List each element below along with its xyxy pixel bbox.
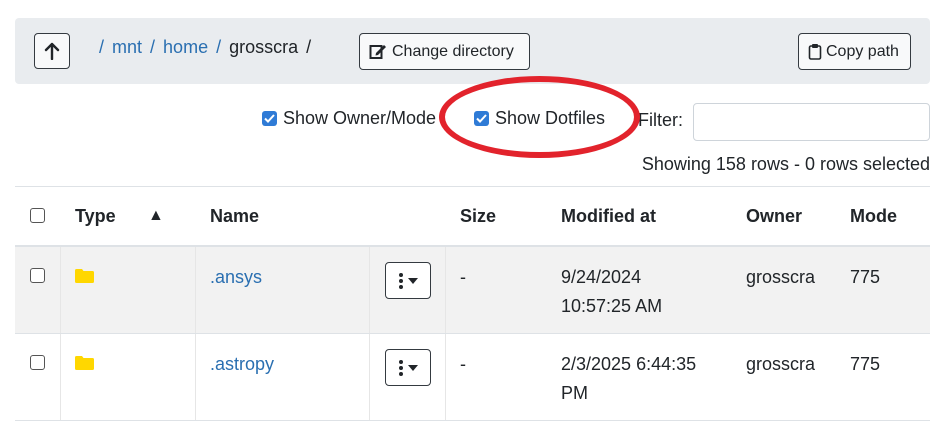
caret-down-icon: [407, 277, 418, 284]
change-directory-button[interactable]: Change directory: [359, 33, 530, 70]
modified-time: 10:57:25 AM: [561, 296, 663, 316]
show-dotfiles-option[interactable]: Show Dotfiles: [474, 108, 605, 129]
row-select-checkbox[interactable]: [30, 268, 45, 283]
file-table: Type ▲ Name Size Modified at Owner Mode …: [15, 186, 930, 421]
clipboard-icon: [808, 44, 822, 60]
breadcrumb-home[interactable]: home: [163, 37, 208, 58]
show-owner-mode-option[interactable]: Show Owner/Mode: [262, 108, 436, 129]
column-header-owner[interactable]: Owner: [746, 206, 802, 227]
filter-input[interactable]: [693, 103, 930, 141]
filter-label: Filter:: [638, 110, 683, 130]
breadcrumb-separator: /: [150, 37, 156, 57]
file-owner: grosscra: [746, 354, 816, 374]
table-row[interactable]: .ansys - 9/24/2024 10:57:25 AM grosscra …: [15, 247, 930, 334]
table-row[interactable]: .astropy - 2/3/2025 6:44:35 PM grosscra …: [15, 334, 930, 421]
change-directory-label: Change directory: [392, 42, 514, 60]
modified-date: 2/3/2025 6:44:35: [561, 354, 697, 374]
row-actions-menu-button[interactable]: [385, 349, 431, 386]
copy-path-label: Copy path: [826, 42, 899, 60]
breadcrumb-separator: /: [306, 37, 312, 57]
modified-time: PM: [561, 383, 588, 403]
show-dotfiles-label: Show Dotfiles: [495, 108, 606, 128]
column-header-modified[interactable]: Modified at: [561, 206, 656, 227]
go-up-button[interactable]: [34, 33, 70, 69]
breadcrumb-separator: /: [216, 37, 222, 57]
column-header-size[interactable]: Size: [460, 206, 496, 227]
checkmark-icon: [264, 114, 275, 123]
sort-ascending-icon[interactable]: ▲: [148, 207, 164, 225]
breadcrumb-mnt[interactable]: mnt: [112, 37, 142, 58]
path-toolbar: / mnt / home / grosscra / Change directo…: [15, 18, 930, 84]
copy-path-button[interactable]: Copy path: [798, 33, 911, 70]
column-header-mode[interactable]: Mode: [850, 206, 897, 227]
column-header-name[interactable]: Name: [210, 206, 259, 227]
show-owner-mode-label: Show Owner/Mode: [283, 108, 437, 128]
file-name-link[interactable]: .astropy: [210, 350, 274, 379]
more-vertical-icon: [398, 359, 403, 376]
checkmark-icon: [476, 114, 487, 123]
folder-icon: [75, 269, 94, 283]
folder-icon: [75, 356, 94, 370]
file-mode: 775: [850, 354, 881, 374]
select-all-checkbox[interactable]: [30, 208, 45, 223]
file-size: -: [460, 354, 466, 374]
more-vertical-icon: [398, 272, 403, 289]
breadcrumb-current: grosscra: [229, 37, 299, 57]
row-select-checkbox[interactable]: [30, 355, 45, 370]
file-mode: 775: [850, 267, 881, 287]
edit-icon: [369, 45, 386, 59]
row-count-status: Showing 158 rows - 0 rows selected: [641, 154, 930, 174]
breadcrumb-separator: /: [99, 37, 105, 57]
row-actions-menu-button[interactable]: [385, 262, 431, 299]
column-header-type[interactable]: Type: [75, 206, 116, 227]
file-owner: grosscra: [746, 267, 816, 287]
show-owner-mode-checkbox[interactable]: [262, 111, 277, 126]
arrow-up-icon: [44, 42, 60, 60]
show-dotfiles-checkbox[interactable]: [474, 111, 489, 126]
caret-down-icon: [407, 364, 418, 371]
file-name-link[interactable]: .ansys: [210, 263, 262, 292]
file-size: -: [460, 267, 466, 287]
modified-date: 9/24/2024: [561, 267, 642, 287]
breadcrumb: / mnt / home / grosscra /: [99, 37, 311, 58]
table-header: Type ▲ Name Size Modified at Owner Mode: [15, 186, 930, 247]
